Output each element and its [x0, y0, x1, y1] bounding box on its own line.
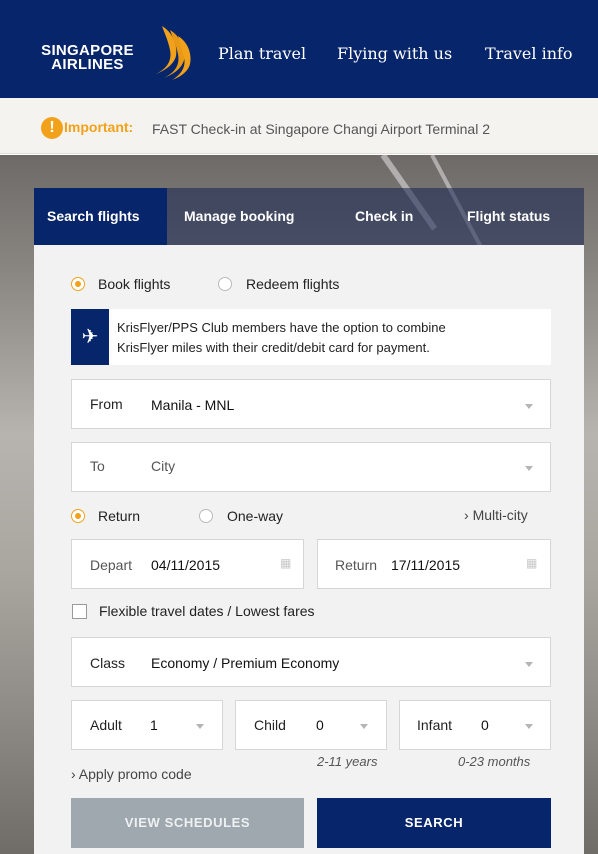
booking-tabs: Search flights Manage booking Check in F…	[34, 188, 584, 245]
promo-label: Apply promo code	[78, 766, 192, 782]
depart-label: Depart	[90, 557, 133, 573]
krisflyer-info-text: KrisFlyer/PPS Club members have the opti…	[117, 318, 547, 358]
infant-age-hint: 0-23 months	[458, 754, 531, 769]
depart-calendar-icon[interactable]: ▦	[280, 556, 291, 570]
child-label: Child	[254, 717, 286, 733]
alert-exclamation-icon: !	[41, 117, 63, 139]
adult-chevron-down-icon[interactable]	[196, 724, 204, 729]
infant-label: Infant	[417, 717, 453, 733]
tab-search-flights[interactable]: Search flights	[34, 188, 167, 245]
alert-link[interactable]: FAST Check-in at Singapore Changi Airpor…	[152, 121, 490, 137]
child-age-hint: 2-11 years	[317, 754, 378, 769]
multi-city-label: Multi-city	[472, 507, 528, 523]
tab-manage-booking[interactable]: Manage booking	[184, 188, 294, 245]
from-chevron-down-icon[interactable]	[525, 404, 533, 409]
radio-redeem-flights[interactable]	[218, 277, 232, 291]
logo-line2: AIRLINES	[51, 56, 124, 73]
site-header: SINGAPORE AIRLINES Plan travel Flying wi…	[0, 0, 598, 98]
alert-label: Important:	[64, 119, 134, 135]
logo-wordmark: SINGAPORE AIRLINES	[30, 43, 145, 73]
info-line-1: KrisFlyer/PPS Club members have the opti…	[117, 320, 446, 335]
multi-city-link[interactable]: › Multi-city	[464, 507, 528, 523]
adult-value[interactable]: 1	[150, 717, 158, 733]
to-input[interactable]: City	[151, 458, 175, 474]
kris-bird-icon	[156, 26, 191, 80]
to-chevron-down-icon[interactable]	[525, 466, 533, 471]
class-chevron-down-icon[interactable]	[525, 662, 533, 667]
from-field[interactable]	[71, 379, 551, 429]
child-chevron-down-icon[interactable]	[360, 724, 368, 729]
from-value[interactable]: Manila - MNL	[151, 397, 234, 413]
radio-return[interactable]	[71, 509, 85, 523]
child-value[interactable]: 0	[316, 717, 324, 733]
class-value[interactable]: Economy / Premium Economy	[151, 655, 339, 671]
tab-flight-status[interactable]: Flight status	[467, 188, 550, 245]
radio-one-way[interactable]	[199, 509, 213, 523]
from-label: From	[90, 396, 123, 412]
singapore-airlines-logo[interactable]: SINGAPORE AIRLINES	[30, 22, 200, 82]
nav-travel-info[interactable]: Travel info	[485, 44, 573, 63]
to-label: To	[90, 458, 105, 474]
infant-value[interactable]: 0	[481, 717, 489, 733]
radio-one-way-label[interactable]: One-way	[227, 508, 283, 524]
airplane-icon: ✈	[71, 309, 109, 365]
search-button[interactable]: SEARCH	[317, 798, 551, 848]
nav-flying-with-us[interactable]: Flying with us	[337, 44, 452, 63]
return-value[interactable]: 17/11/2015	[391, 557, 460, 573]
return-calendar-icon[interactable]: ▦	[526, 556, 537, 570]
flexible-dates-label[interactable]: Flexible travel dates / Lowest fares	[99, 603, 315, 619]
to-field[interactable]	[71, 442, 551, 492]
return-label: Return	[335, 557, 378, 573]
apply-promo-code-link[interactable]: › Apply promo code	[71, 766, 192, 782]
radio-book-flights-label[interactable]: Book flights	[98, 276, 170, 292]
infant-chevron-down-icon[interactable]	[525, 724, 533, 729]
depart-value[interactable]: 04/11/2015	[151, 557, 220, 573]
info-line-2: KrisFlyer miles with their credit/debit …	[117, 340, 430, 355]
view-schedules-button[interactable]: VIEW SCHEDULES	[71, 798, 304, 848]
flexible-dates-checkbox[interactable]	[72, 604, 87, 619]
radio-book-flights[interactable]	[71, 277, 85, 291]
tab-check-in[interactable]: Check in	[355, 188, 413, 245]
radio-redeem-flights-label[interactable]: Redeem flights	[246, 276, 339, 292]
adult-label: Adult	[90, 717, 122, 733]
radio-return-label[interactable]: Return	[98, 508, 140, 524]
class-label: Class	[90, 655, 126, 671]
nav-plan-travel[interactable]: Plan travel	[218, 44, 306, 63]
